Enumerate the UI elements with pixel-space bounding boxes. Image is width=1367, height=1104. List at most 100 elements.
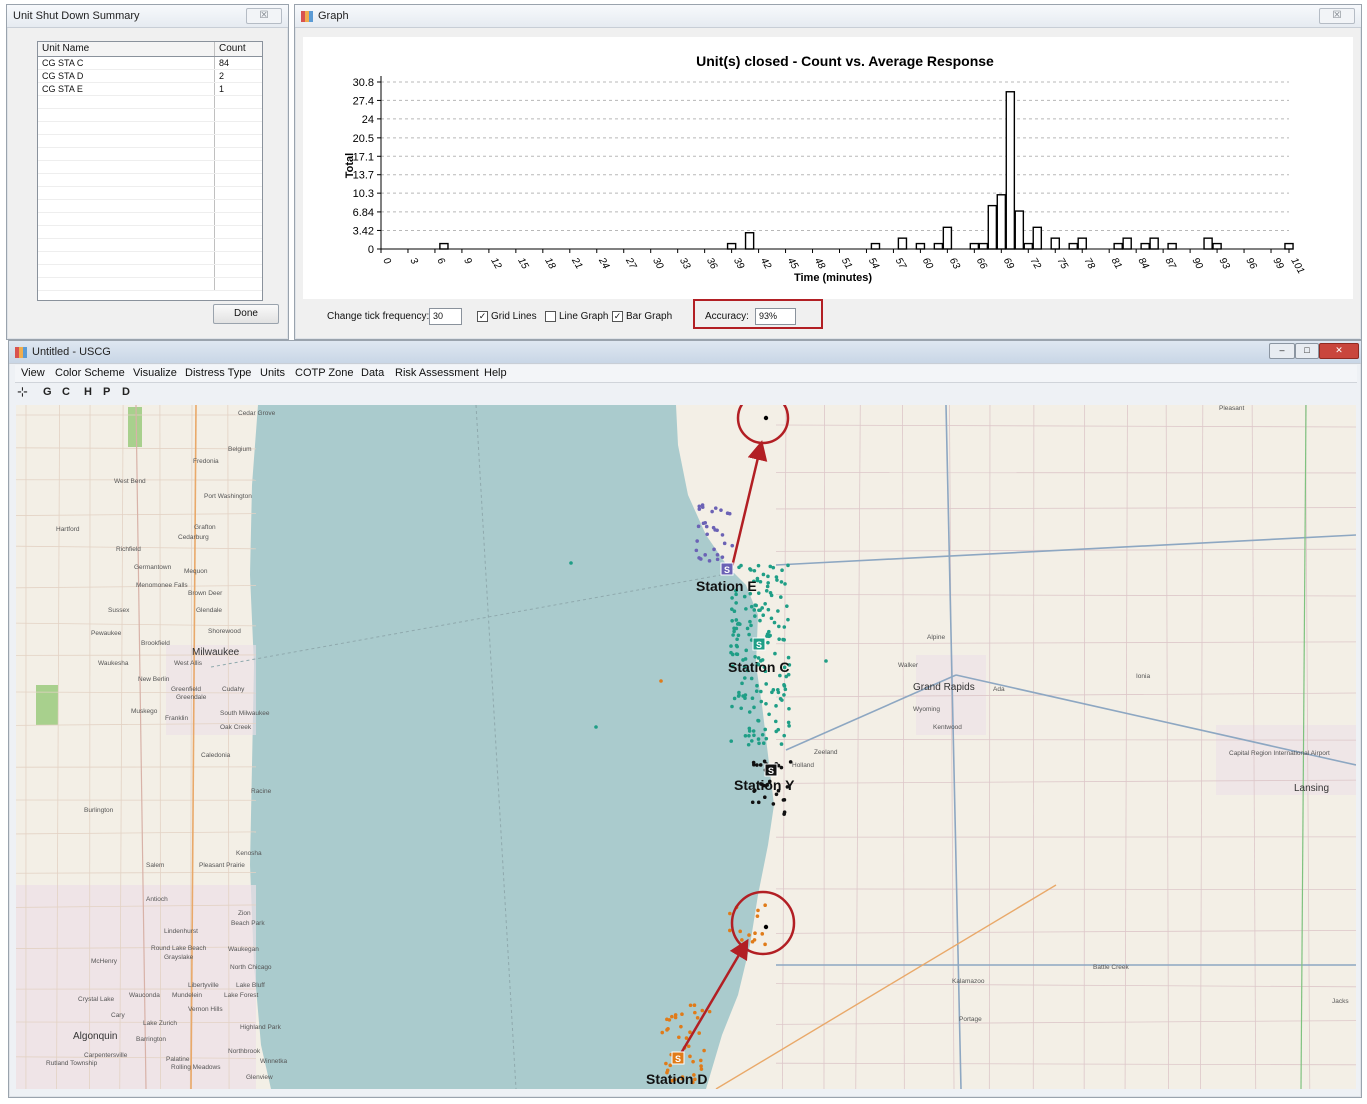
column-header-count[interactable]: Count xyxy=(215,42,262,56)
x-axis-label: Time (minutes) xyxy=(794,272,872,284)
place-label: Vernon Hills xyxy=(188,1006,223,1013)
table-row[interactable]: CG STA E 1 xyxy=(38,83,262,96)
incident-point xyxy=(720,533,725,537)
close-button[interactable]: ✕ xyxy=(1319,343,1359,359)
menu-risk-assessment[interactable]: Risk Assessment xyxy=(395,367,479,379)
place-label: Shorewood xyxy=(208,628,241,635)
table-row[interactable]: CG STA D 2 xyxy=(38,70,262,83)
incident-point xyxy=(764,682,768,686)
grid-lines-checkbox[interactable]: ✓ xyxy=(477,311,488,322)
incident-point xyxy=(734,601,738,605)
map-canvas[interactable]: SStation ESStation CSStation YSStation D… xyxy=(16,405,1356,1089)
menu-data[interactable]: Data xyxy=(361,367,384,379)
tick-frequency-input[interactable]: 30 xyxy=(429,308,462,325)
incident-point xyxy=(773,651,777,656)
incident-point xyxy=(747,632,751,637)
menu-help[interactable]: Help xyxy=(484,367,507,379)
incident-point xyxy=(758,579,763,584)
column-header-unit-name[interactable]: Unit Name xyxy=(38,42,215,56)
menu-visualize[interactable]: Visualize xyxy=(133,367,177,379)
incident-point xyxy=(740,681,744,686)
incident-point xyxy=(744,648,749,653)
toolbar-g-button[interactable]: G xyxy=(43,386,52,398)
empty-table-row xyxy=(38,226,262,239)
place-label: Ada xyxy=(993,686,1005,693)
bar xyxy=(1113,242,1123,250)
empty-cell xyxy=(38,213,215,225)
place-label: Milwaukee xyxy=(192,647,240,658)
menu-units[interactable]: Units xyxy=(260,367,285,379)
graph-close-button[interactable]: ☒ xyxy=(1319,8,1355,24)
place-label: Jacks xyxy=(1332,998,1349,1005)
incident-point xyxy=(761,741,766,745)
line-graph-checkbox[interactable] xyxy=(545,311,556,322)
unit-name-cell: CG STA E xyxy=(38,83,215,95)
place-label: Pleasant xyxy=(1219,405,1244,412)
place-label: West Allis xyxy=(174,660,203,667)
incident-point xyxy=(736,633,741,638)
incident-point xyxy=(715,557,720,562)
pan-tool-icon[interactable]: ⊹ xyxy=(17,384,28,400)
empty-cell xyxy=(38,135,215,147)
incident-point xyxy=(747,710,752,714)
incident-point xyxy=(756,800,761,805)
place-label: Brown Deer xyxy=(188,590,223,597)
place-label: Germantown xyxy=(134,564,172,571)
place-label: Fredonia xyxy=(193,458,219,465)
place-label: Glenview xyxy=(246,1074,273,1081)
station-marker-letter: S xyxy=(756,640,762,650)
incident-point xyxy=(774,704,778,708)
menu-cotp-zone[interactable]: COTP Zone xyxy=(295,367,354,379)
toolbar-d-button[interactable]: D xyxy=(122,386,130,398)
empty-cell xyxy=(215,187,262,199)
toolbar-c-button[interactable]: C xyxy=(62,386,70,398)
incident-point xyxy=(771,565,776,570)
toolbar-h-button[interactable]: H xyxy=(84,386,92,398)
place-label: Antioch xyxy=(146,896,168,903)
incident-point xyxy=(783,582,787,586)
toolbar-p-button[interactable]: P xyxy=(103,386,110,398)
menu-bar: View Color Scheme Visualize Distress Typ… xyxy=(15,365,1357,383)
place-label: Wyoming xyxy=(913,706,940,713)
incident-point xyxy=(787,724,791,728)
maximize-button[interactable]: □ xyxy=(1295,343,1319,359)
table-row[interactable]: CG STA C 84 xyxy=(38,57,262,70)
menu-distress-type[interactable]: Distress Type xyxy=(185,367,251,379)
incident-point xyxy=(754,603,758,608)
incident-point xyxy=(750,696,755,700)
minimize-button[interactable]: – xyxy=(1269,343,1295,359)
place-label: Waukesha xyxy=(98,660,129,667)
empty-cell xyxy=(215,252,262,264)
incident-point xyxy=(692,1003,697,1008)
menu-view[interactable]: View xyxy=(21,367,45,379)
incident-point xyxy=(713,506,718,510)
incident-point xyxy=(761,613,766,618)
map-view[interactable]: S Station E S Station C S Station Y S Station D… xyxy=(16,405,1356,1089)
incident-point xyxy=(700,503,705,507)
incident-point xyxy=(747,729,752,733)
place-label: Racine xyxy=(251,788,272,795)
menu-color-scheme[interactable]: Color Scheme xyxy=(55,367,125,379)
done-button[interactable]: Done xyxy=(213,304,279,324)
incident-point xyxy=(730,596,734,600)
place-label: West Bend xyxy=(114,478,146,485)
incident-point xyxy=(702,1048,706,1053)
incident-point xyxy=(711,525,716,530)
y-tick-label: 0 xyxy=(368,244,374,256)
park-area xyxy=(36,685,58,725)
incident-point xyxy=(763,903,767,908)
place-label: Mequon xyxy=(184,568,208,575)
x-tick-label: 51 xyxy=(839,256,854,271)
summary-close-button[interactable]: ☒ xyxy=(246,8,282,24)
incident-point xyxy=(732,629,736,634)
x-tick-label: 9 xyxy=(461,256,474,267)
incident-point xyxy=(688,1054,692,1059)
place-label: Salem xyxy=(146,862,164,869)
incident-point xyxy=(739,706,744,711)
place-label: Palatine xyxy=(166,1056,190,1063)
x-tick-label: 60 xyxy=(920,256,935,272)
bar-graph-checkbox[interactable]: ✓ xyxy=(612,311,623,322)
x-tick-label: 101 xyxy=(1288,256,1306,276)
bar xyxy=(439,242,449,250)
x-tick-label: 45 xyxy=(785,256,800,272)
